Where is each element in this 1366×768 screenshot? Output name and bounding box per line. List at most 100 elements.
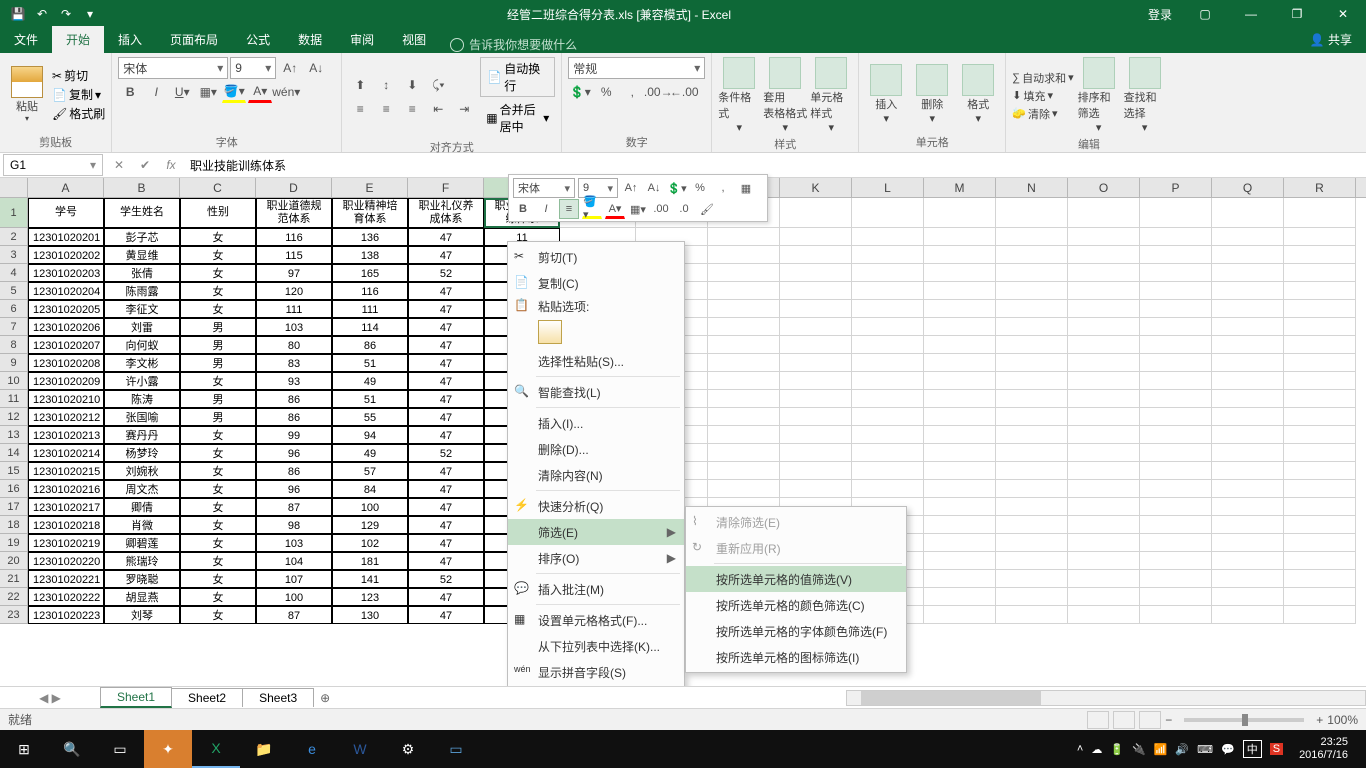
- cell[interactable]: [1068, 552, 1140, 570]
- cell[interactable]: [1284, 282, 1356, 300]
- cell[interactable]: [852, 318, 924, 336]
- col-header-A[interactable]: A: [28, 178, 104, 197]
- cell[interactable]: [852, 228, 924, 246]
- cell[interactable]: [996, 198, 1068, 228]
- align-right-icon[interactable]: ≡: [400, 98, 424, 120]
- cell[interactable]: 111: [332, 300, 408, 318]
- col-header-P[interactable]: P: [1140, 178, 1212, 197]
- cell[interactable]: 51: [332, 390, 408, 408]
- cell[interactable]: 陈涛: [104, 390, 180, 408]
- cell[interactable]: 罗晓聪: [104, 570, 180, 588]
- row-header[interactable]: 14: [0, 444, 28, 462]
- cell[interactable]: 女: [180, 462, 256, 480]
- cell[interactable]: [852, 408, 924, 426]
- cell[interactable]: 47: [408, 408, 484, 426]
- zoom-out-icon[interactable]: −: [1165, 713, 1172, 727]
- cell[interactable]: 94: [332, 426, 408, 444]
- cell[interactable]: 12301020220: [28, 552, 104, 570]
- taskbar-word[interactable]: W: [336, 730, 384, 768]
- cell[interactable]: 99: [256, 426, 332, 444]
- col-header-K[interactable]: K: [780, 178, 852, 197]
- cell[interactable]: 47: [408, 480, 484, 498]
- cell[interactable]: [924, 336, 996, 354]
- cell[interactable]: 卿碧莲: [104, 534, 180, 552]
- mini-percent-icon[interactable]: %: [690, 178, 710, 198]
- cell[interactable]: [924, 198, 996, 228]
- cell[interactable]: 47: [408, 552, 484, 570]
- tab-view[interactable]: 视图: [388, 26, 440, 53]
- cell[interactable]: [1212, 264, 1284, 282]
- cell[interactable]: [1284, 336, 1356, 354]
- bold-icon[interactable]: B: [118, 81, 142, 103]
- row-header[interactable]: 21: [0, 570, 28, 588]
- delete-cells-button[interactable]: 删除▾: [911, 64, 953, 125]
- cell[interactable]: 12301020214: [28, 444, 104, 462]
- cell[interactable]: 47: [408, 246, 484, 264]
- undo-icon[interactable]: ↶: [32, 4, 52, 24]
- cell[interactable]: [996, 552, 1068, 570]
- cell[interactable]: [1284, 408, 1356, 426]
- redo-icon[interactable]: ↷: [56, 4, 76, 24]
- cell[interactable]: [1140, 480, 1212, 498]
- cell[interactable]: 职业礼仪养 成体系: [408, 198, 484, 228]
- cell[interactable]: 57: [332, 462, 408, 480]
- cell[interactable]: 女: [180, 570, 256, 588]
- cell[interactable]: 12301020213: [28, 426, 104, 444]
- cell[interactable]: [1284, 228, 1356, 246]
- taskbar-excel[interactable]: X: [192, 730, 240, 768]
- cell[interactable]: [924, 498, 996, 516]
- cell[interactable]: [1212, 336, 1284, 354]
- cell[interactable]: [924, 228, 996, 246]
- cell[interactable]: 107: [256, 570, 332, 588]
- cell[interactable]: [1284, 552, 1356, 570]
- cell[interactable]: [780, 372, 852, 390]
- cell[interactable]: [780, 390, 852, 408]
- ribbon-display-icon[interactable]: ▢: [1182, 0, 1228, 28]
- inc-decimal-icon[interactable]: .00→: [646, 81, 670, 103]
- sheet-tab-3[interactable]: Sheet3: [242, 688, 314, 707]
- cell[interactable]: [924, 462, 996, 480]
- col-header-R[interactable]: R: [1284, 178, 1356, 197]
- cell[interactable]: 96: [256, 480, 332, 498]
- cell[interactable]: 张倩: [104, 264, 180, 282]
- cell[interactable]: 刘琴: [104, 606, 180, 624]
- cell[interactable]: [924, 300, 996, 318]
- cell[interactable]: 男: [180, 390, 256, 408]
- cell[interactable]: [852, 372, 924, 390]
- cell[interactable]: [996, 498, 1068, 516]
- cell[interactable]: 李征文: [104, 300, 180, 318]
- sort-filter-button[interactable]: 排序和筛选▾: [1078, 57, 1120, 134]
- cell[interactable]: [708, 336, 780, 354]
- tab-review[interactable]: 审阅: [336, 26, 388, 53]
- cell[interactable]: [1068, 480, 1140, 498]
- cell[interactable]: 女: [180, 282, 256, 300]
- cell[interactable]: 女: [180, 588, 256, 606]
- cell[interactable]: [1068, 606, 1140, 624]
- row-header[interactable]: 16: [0, 480, 28, 498]
- cell[interactable]: 97: [256, 264, 332, 282]
- col-header-N[interactable]: N: [996, 178, 1068, 197]
- cell-style-button[interactable]: 单元格样式▾: [810, 57, 852, 134]
- cell[interactable]: 许小露: [104, 372, 180, 390]
- cell[interactable]: 47: [408, 282, 484, 300]
- cell[interactable]: [1284, 246, 1356, 264]
- cell[interactable]: 男: [180, 408, 256, 426]
- col-header-D[interactable]: D: [256, 178, 332, 197]
- cell[interactable]: [1068, 198, 1140, 228]
- cell[interactable]: [708, 300, 780, 318]
- wrap-text-button[interactable]: 📄 自动换行: [480, 57, 555, 97]
- mini-align-center-icon[interactable]: ≡: [559, 199, 579, 219]
- ctx-smart-lookup[interactable]: 🔍智能查找(L): [508, 379, 684, 405]
- row-header[interactable]: 10: [0, 372, 28, 390]
- cell[interactable]: 12301020223: [28, 606, 104, 624]
- format-cells-button[interactable]: 格式▾: [957, 64, 999, 125]
- cell[interactable]: 115: [256, 246, 332, 264]
- cell[interactable]: [1212, 444, 1284, 462]
- format-painter-button[interactable]: 🖌 格式刷: [52, 105, 105, 122]
- indent-inc-icon[interactable]: ⇥: [452, 98, 476, 120]
- cell[interactable]: 47: [408, 354, 484, 372]
- cell[interactable]: 陈雨露: [104, 282, 180, 300]
- cell[interactable]: 12301020221: [28, 570, 104, 588]
- cell[interactable]: [1068, 588, 1140, 606]
- cell[interactable]: 向何蚁: [104, 336, 180, 354]
